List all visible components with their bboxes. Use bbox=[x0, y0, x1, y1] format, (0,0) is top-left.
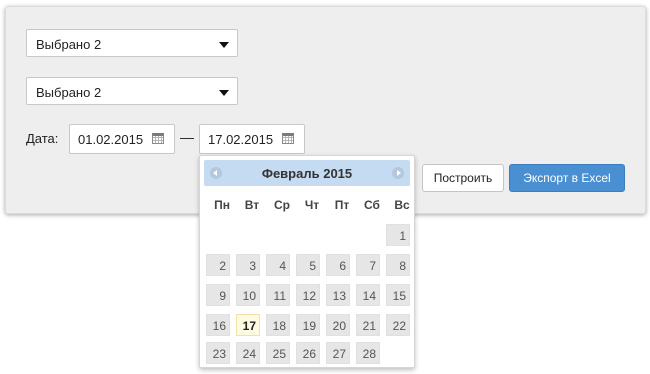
day-cell[interactable]: 24 bbox=[236, 342, 260, 364]
date-range-separator: — bbox=[180, 129, 194, 145]
day-cell[interactable]: 18 bbox=[266, 314, 290, 336]
export-excel-button[interactable]: Экспорт в Excel bbox=[509, 164, 625, 192]
month-title: Февраль 2015 bbox=[261, 166, 353, 181]
weekday-label: Пн bbox=[214, 198, 230, 212]
day-cell[interactable]: 23 bbox=[206, 342, 230, 364]
day-cell[interactable]: 8 bbox=[386, 254, 410, 276]
day-cell[interactable]: 1 bbox=[386, 224, 410, 246]
date-to-value: 17.02.2015 bbox=[208, 132, 274, 147]
day-cell[interactable]: 27 bbox=[326, 342, 350, 364]
date-to-input[interactable]: 17.02.2015 bbox=[199, 124, 305, 154]
weekday-label: Сб bbox=[364, 198, 380, 212]
caret-down-icon bbox=[219, 42, 229, 48]
select-value: Выбрано 2 bbox=[36, 37, 102, 52]
build-button[interactable]: Построить bbox=[422, 164, 504, 192]
day-cell[interactable]: 21 bbox=[356, 314, 380, 336]
datepicker-popup: Февраль 2015 Пн Вт Ср Чт Пт Сб Вс 1 2 3 4 5 6 7 8 9 10 1… bbox=[199, 155, 415, 368]
weekday-header: Пн Вт Ср Чт Пт Сб Вс bbox=[204, 198, 414, 214]
day-cell[interactable]: 14 bbox=[356, 284, 380, 306]
filter-select-2[interactable]: Выбрано 2 bbox=[26, 77, 238, 105]
calendar-icon[interactable] bbox=[282, 133, 294, 144]
day-cell[interactable]: 20 bbox=[326, 314, 350, 336]
day-cell[interactable]: 6 bbox=[326, 254, 350, 276]
day-cell[interactable]: 22 bbox=[386, 314, 410, 336]
filter-select-1[interactable]: Выбрано 2 bbox=[26, 29, 238, 57]
day-cell[interactable]: 10 bbox=[236, 284, 260, 306]
day-cell[interactable]: 26 bbox=[296, 342, 320, 364]
day-cell[interactable]: 5 bbox=[296, 254, 320, 276]
day-cell[interactable]: 2 bbox=[206, 254, 230, 276]
datepicker-header: Февраль 2015 bbox=[204, 160, 410, 186]
date-from-value: 01.02.2015 bbox=[78, 132, 144, 147]
day-cell[interactable]: 25 bbox=[266, 342, 290, 364]
day-cell-today[interactable]: 17 bbox=[236, 314, 260, 336]
day-cell[interactable]: 11 bbox=[266, 284, 290, 306]
caret-down-icon bbox=[219, 90, 229, 96]
day-cell[interactable]: 16 bbox=[206, 314, 230, 336]
day-cell[interactable]: 9 bbox=[206, 284, 230, 306]
day-cell[interactable]: 28 bbox=[356, 342, 380, 364]
weekday-label: Ср bbox=[274, 198, 290, 212]
day-cell[interactable]: 4 bbox=[266, 254, 290, 276]
day-cell[interactable]: 12 bbox=[296, 284, 320, 306]
day-cell[interactable]: 15 bbox=[386, 284, 410, 306]
date-from-input[interactable]: 01.02.2015 bbox=[69, 124, 175, 154]
weekday-label: Вт bbox=[244, 198, 260, 212]
day-cell[interactable]: 13 bbox=[326, 284, 350, 306]
weekday-label: Пт bbox=[334, 198, 350, 212]
date-label: Дата: bbox=[26, 131, 59, 146]
calendar-icon[interactable] bbox=[152, 133, 164, 144]
day-cell[interactable]: 3 bbox=[236, 254, 260, 276]
select-value: Выбрано 2 bbox=[36, 85, 102, 100]
next-month-icon[interactable] bbox=[392, 167, 404, 179]
day-cell[interactable]: 19 bbox=[296, 314, 320, 336]
weekday-label: Чт bbox=[304, 198, 320, 212]
weekday-label: Вс bbox=[394, 198, 410, 212]
day-cell[interactable]: 7 bbox=[356, 254, 380, 276]
